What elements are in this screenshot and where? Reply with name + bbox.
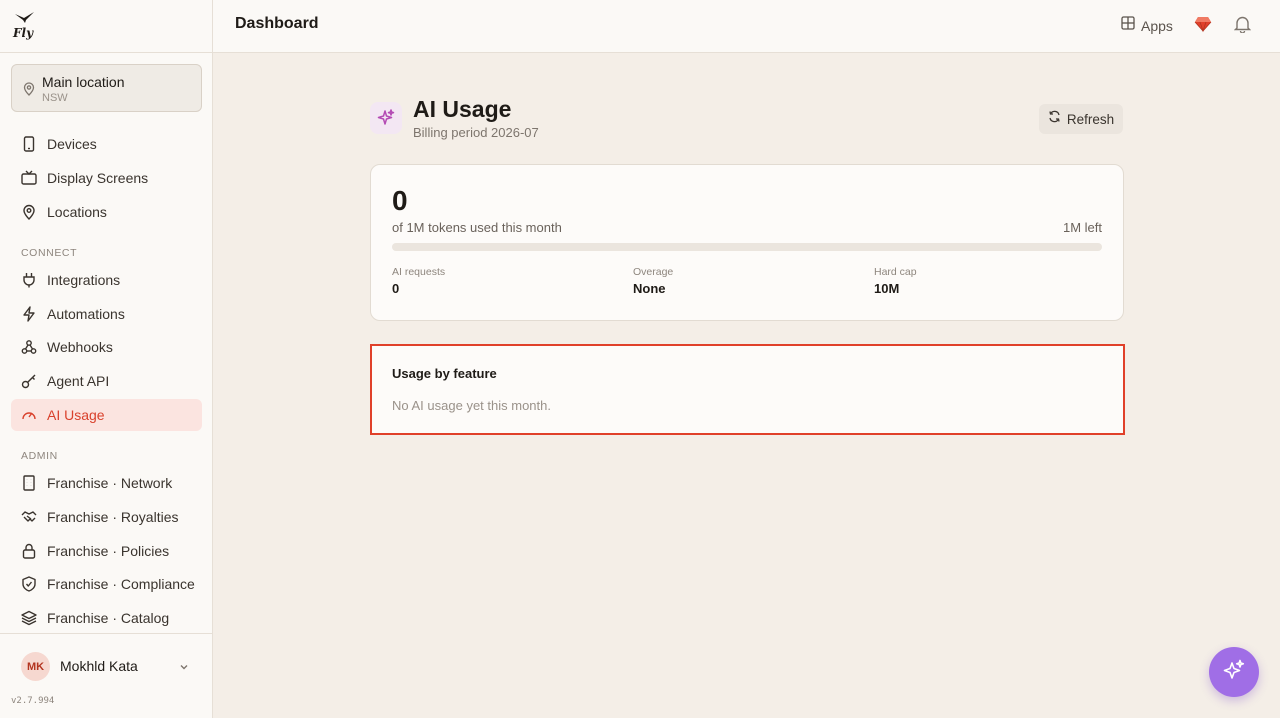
sidebar-item-display-screens[interactable]: Display Screens	[11, 162, 202, 194]
sidebar-item-label: Franchise · Network	[47, 475, 173, 491]
handshake-icon	[21, 509, 37, 525]
svg-text:Fly: Fly	[12, 26, 34, 40]
sidebar-item-franchise-royalties[interactable]: Franchise · Royalties	[11, 501, 202, 533]
stat-label: AI requests	[392, 266, 446, 278]
empty-state-text: No AI usage yet this month.	[392, 398, 551, 413]
sidebar-item-label: AI Usage	[47, 407, 105, 423]
usage-progress-bar	[392, 243, 1102, 251]
app-version: v2.7.994	[11, 696, 55, 706]
stat-ai-requests: AI requests 0	[392, 266, 445, 296]
sparkles-icon	[1222, 658, 1246, 687]
sidebar-item-ai-usage[interactable]: AI Usage	[11, 399, 202, 431]
grid-icon	[1121, 16, 1135, 35]
stat-overage: Overage None	[633, 266, 673, 296]
sidebar-divider	[0, 633, 212, 634]
sidebar-divider	[0, 52, 212, 53]
sidebar-item-label: Franchise · Catalog	[47, 610, 170, 626]
stat-value: 0	[392, 281, 400, 296]
sidebar-item-automations[interactable]: Automations	[11, 298, 202, 330]
map-pin-icon	[21, 204, 37, 220]
token-usage-card: 0 of 1M tokens used this month 1M left A…	[370, 164, 1124, 321]
refresh-label: Refresh	[1066, 111, 1115, 127]
stat-value: 10M	[874, 281, 900, 296]
sidebar-item-devices[interactable]: Devices	[11, 128, 202, 160]
gem-icon[interactable]	[1194, 15, 1212, 38]
sidebar-item-label: Webhooks	[47, 339, 113, 355]
lock-icon	[21, 543, 37, 559]
sidebar-item-locations[interactable]: Locations	[11, 196, 202, 228]
sidebar-item-label: Agent API	[47, 373, 110, 389]
sidebar-item-webhooks[interactable]: Webhooks	[11, 331, 202, 363]
location-name: Main location	[42, 74, 125, 90]
key-icon	[21, 373, 37, 389]
refresh-icon	[1048, 110, 1061, 128]
bell-icon[interactable]	[1233, 15, 1252, 38]
stat-label: Hard cap	[874, 266, 917, 278]
sidebar-item-franchise-network[interactable]: Franchise · Network	[11, 467, 202, 499]
stat-hard-cap: Hard cap 10M	[874, 266, 917, 296]
apps-label: Apps	[1141, 17, 1173, 34]
sidebar-item-label: Integrations	[47, 272, 121, 288]
layers-icon	[21, 610, 37, 626]
tokens-description: of 1M tokens used this month	[392, 220, 562, 235]
sidebar-item-label: Locations	[47, 204, 107, 220]
sidebar: Fly Main location NSW Devices Display Sc…	[0, 0, 213, 718]
zap-icon	[21, 306, 37, 322]
map-pin-icon	[23, 82, 35, 101]
billing-period: Billing period 2026-07	[413, 125, 539, 140]
user-name[interactable]: Mokhld Kata	[60, 658, 138, 674]
fly-logo[interactable]: Fly	[12, 10, 38, 40]
shield-icon	[21, 576, 37, 592]
sidebar-item-franchise-policies[interactable]: Franchise · Policies	[11, 535, 202, 567]
sidebar-item-label: Franchise · Royalties	[47, 509, 179, 525]
sidebar-item-franchise-compliance[interactable]: Franchise · Compliance	[11, 568, 202, 600]
section-label-connect: CONNECT	[21, 247, 78, 259]
page-title: Dashboard	[235, 15, 319, 32]
tokens-used-value: 0	[392, 185, 408, 216]
apps-button[interactable]: Apps	[1121, 16, 1173, 35]
sidebar-item-label: Franchise · Policies	[47, 543, 170, 559]
tokens-remaining: 1M left	[1062, 220, 1102, 235]
sidebar-item-label: Franchise · Compliance	[47, 576, 195, 592]
sparkles-icon	[370, 102, 402, 134]
avatar[interactable]: MK	[21, 652, 50, 681]
refresh-button[interactable]: Refresh	[1039, 104, 1123, 134]
webhook-icon	[21, 339, 37, 355]
section-label-admin: ADMIN	[21, 450, 58, 462]
sidebar-item-integrations[interactable]: Integrations	[11, 264, 202, 296]
sidebar-item-label: Automations	[47, 306, 125, 322]
sidebar-item-franchise-catalog[interactable]: Franchise · Catalog	[11, 602, 202, 634]
ai-assistant-button[interactable]	[1209, 647, 1259, 697]
chevron-down-icon[interactable]	[178, 660, 190, 678]
sidebar-item-label: Display Screens	[47, 170, 149, 186]
stat-label: Overage	[633, 266, 674, 278]
building-icon	[21, 475, 37, 491]
location-region: NSW	[42, 92, 68, 104]
section-title: AI Usage	[413, 96, 512, 122]
location-switcher[interactable]: Main location NSW	[11, 64, 202, 112]
feature-card-title: Usage by feature	[392, 366, 497, 381]
phone-icon	[21, 136, 37, 152]
stat-value: None	[633, 281, 666, 296]
sidebar-item-label: Devices	[47, 136, 97, 152]
gauge-icon	[21, 407, 37, 423]
usage-by-feature-card: Usage by feature No AI usage yet this mo…	[370, 344, 1125, 435]
topbar: Dashboard Apps	[213, 0, 1280, 53]
sidebar-item-agent-api[interactable]: Agent API	[11, 365, 202, 397]
plug-icon	[21, 272, 37, 288]
tv-icon	[21, 170, 37, 186]
